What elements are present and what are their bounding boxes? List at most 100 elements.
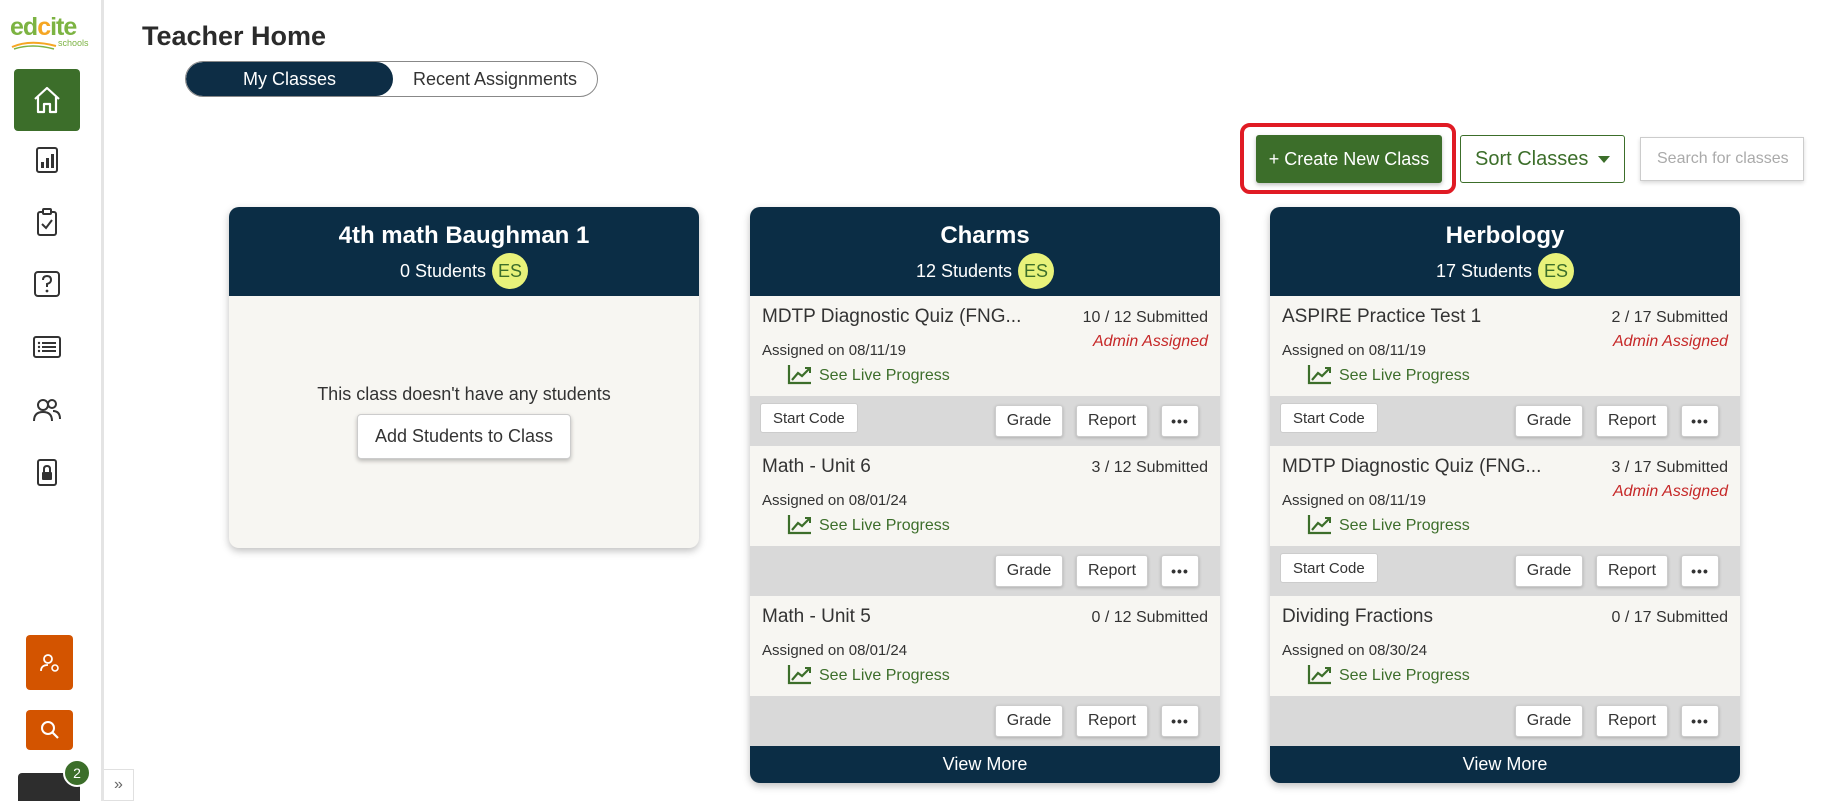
lock-icon [37,459,57,486]
submitted-count: 3 / 17 Submitted [1611,459,1728,476]
edcite-logo[interactable]: edcite schools [10,14,90,54]
search-classes-input[interactable] [1640,137,1804,181]
sidebar-item-lists[interactable] [14,316,80,378]
users-icon [33,399,61,422]
class-card-header[interactable]: Herbology 17 Students ES [1270,207,1740,296]
report-button[interactable]: Report [1596,555,1668,587]
submitted-count: 10 / 12 Submitted [1082,309,1208,326]
assignment-name[interactable]: MDTP Diagnostic Quiz (FNG... [1282,456,1541,478]
more-options-button[interactable]: ••• [1161,555,1199,587]
see-live-progress-link[interactable]: See Live Progress [787,663,950,685]
empty-class-body: This class doesn't have any students Add… [229,296,699,548]
assigned-date: Assigned on 08/11/19 [762,342,907,359]
sidebar-item-home[interactable] [14,69,80,131]
sort-classes-label: Sort Classes [1475,147,1589,170]
start-code-button[interactable]: Start Code [760,403,858,433]
question-icon [34,271,60,297]
see-live-progress-link[interactable]: See Live Progress [1307,363,1470,385]
sidebar-item-locked[interactable] [14,441,80,503]
student-count: 12 Students [915,260,1013,281]
admin-assigned-label: Admin Assigned [1612,483,1728,500]
admin-assigned-label: Admin Assigned [1092,333,1208,350]
see-live-progress-link[interactable]: See Live Progress [787,363,950,385]
bar-chart-icon [36,147,58,173]
trend-chart-icon [787,365,811,385]
grade-level-badge: ES [492,253,529,289]
tab-my-classes[interactable]: My Classes [186,62,393,96]
assigned-date: Assigned on 08/01/24 [762,492,908,509]
page-title: Teacher Home [142,21,327,51]
student-count: 17 Students [1435,260,1533,281]
report-button[interactable]: Report [1076,405,1148,437]
grade-button[interactable]: Grade [995,705,1063,737]
sidebar-item-reports[interactable] [14,129,80,191]
assignment-actions: Grade Report ••• [750,546,1220,596]
logo-text-c: c [37,13,51,41]
assignment-row: Math - Unit 5 0 / 12 Submitted Assigned … [750,596,1220,746]
start-code-button[interactable]: Start Code [1280,553,1378,583]
add-students-button[interactable]: Add Students to Class [356,414,572,459]
grade-button[interactable]: Grade [995,405,1063,437]
sidebar-item-questions[interactable] [14,253,80,315]
more-options-button[interactable]: ••• [1161,405,1199,437]
assignment-name[interactable]: MDTP Diagnostic Quiz (FNG... [762,306,1021,328]
search-button[interactable] [26,710,73,750]
assignment-row: MDTP Diagnostic Quiz (FNG... 10 / 12 Sub… [750,296,1220,446]
assigned-date: Assigned on 08/11/19 [1282,492,1427,509]
assignment-actions: Grade Report ••• [1270,696,1740,746]
more-options-button[interactable]: ••• [1681,555,1719,587]
assignment-name[interactable]: ASPIRE Practice Test 1 [1282,306,1481,328]
see-live-progress-link[interactable]: See Live Progress [1307,513,1470,535]
sort-classes-dropdown[interactable]: Sort Classes [1460,135,1625,183]
trend-chart-icon [1307,665,1331,685]
see-live-progress-link[interactable]: See Live Progress [1307,663,1470,685]
grade-button[interactable]: Grade [995,555,1063,587]
search-icon [40,721,59,739]
notification-badge: 2 [63,759,91,787]
sidebar-expand-toggle[interactable]: » [104,769,134,801]
list-icon [33,336,61,358]
submitted-count: 0 / 12 Submitted [1091,609,1208,626]
see-live-progress-link[interactable]: See Live Progress [787,513,950,535]
grade-level-badge: ES [1018,253,1055,289]
grade-button[interactable]: Grade [1515,705,1583,737]
class-card-header[interactable]: Charms 12 Students ES [750,207,1220,296]
view-tabs: My Classes Recent Assignments [185,61,598,97]
class-title: Herbology [1445,222,1565,249]
grade-button[interactable]: Grade [1515,405,1583,437]
tab-recent-assignments[interactable]: Recent Assignments [393,62,597,96]
report-button[interactable]: Report [1596,705,1668,737]
view-more-button[interactable]: View More [1270,746,1740,783]
assigned-date: Assigned on 08/11/19 [1282,342,1427,359]
more-options-button[interactable]: ••• [1681,405,1719,437]
assignment-name[interactable]: Math - Unit 5 [762,606,871,628]
class-card-header[interactable]: 4th math Baughman 1 0 Students ES [229,207,699,296]
submitted-count: 3 / 12 Submitted [1091,459,1208,476]
submitted-count: 0 / 17 Submitted [1611,609,1728,626]
sidebar-item-assignments[interactable] [14,191,80,253]
assignment-name[interactable]: Dividing Fractions [1282,606,1433,628]
start-code-button[interactable]: Start Code [1280,403,1378,433]
assignment-row: Math - Unit 6 3 / 12 Submitted Assigned … [750,446,1220,596]
assignment-name[interactable]: Math - Unit 6 [762,456,871,478]
trend-chart-icon [787,515,811,535]
assignment-actions: Start Code Grade Report ••• [1270,546,1740,596]
sidebar-item-classes[interactable] [14,379,80,441]
view-more-button[interactable]: View More [750,746,1220,783]
more-options-button[interactable]: ••• [1681,705,1719,737]
sidebar: edcite schools 2 [0,0,104,801]
report-button[interactable]: Report [1076,705,1148,737]
report-button[interactable]: Report [1596,405,1668,437]
more-options-button[interactable]: ••• [1161,705,1199,737]
trend-chart-icon [1307,515,1331,535]
user-settings-button[interactable] [26,635,73,690]
trend-chart-icon [787,665,811,685]
report-button[interactable]: Report [1076,555,1148,587]
create-new-class-button[interactable]: + Create New Class [1256,135,1442,183]
logo-subtitle: schools [58,38,89,48]
class-card: Charms 12 Students ES MDTP Diagnostic Qu… [750,207,1220,783]
class-card: Herbology 17 Students ES ASPIRE Practice… [1270,207,1740,783]
assignment-row: ASPIRE Practice Test 1 2 / 17 Submitted … [1270,296,1740,446]
grade-button[interactable]: Grade [1515,555,1583,587]
assignment-actions: Start Code Grade Report ••• [1270,396,1740,446]
